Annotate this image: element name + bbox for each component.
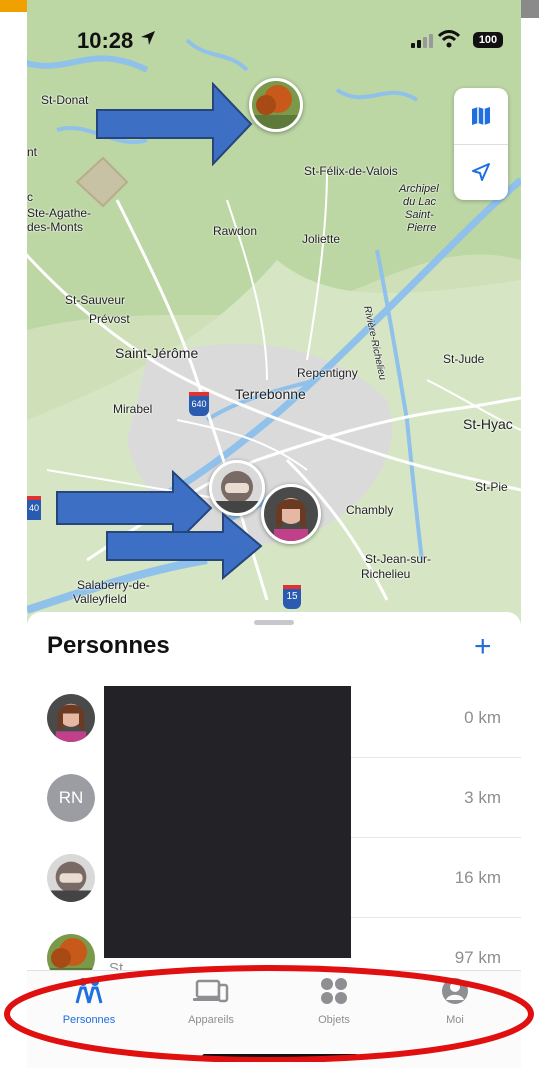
annotation-ring-icon — [4, 965, 534, 1062]
map-label: Repentigny — [297, 366, 358, 380]
highway-shield-icon: 40 — [27, 496, 41, 520]
person-distance: 16 km — [454, 868, 501, 887]
redaction-block — [104, 686, 351, 958]
map-label: Joliette — [302, 232, 341, 246]
avatar: RN — [47, 774, 95, 822]
battery-icon: 100 — [473, 32, 503, 48]
avatar-initials: RN — [47, 774, 95, 822]
map-label: nt — [27, 145, 38, 159]
map-label: Ste-Agathe- — [27, 206, 92, 220]
sheet-grabber[interactable] — [254, 620, 294, 625]
map-label: Archipel — [399, 183, 439, 195]
map-label: Mirabel — [113, 402, 153, 416]
recenter-button[interactable] — [454, 144, 508, 200]
avatar — [252, 81, 300, 129]
map-label: Richelieu — [361, 567, 411, 581]
map-label: des-Monts — [27, 220, 84, 234]
map-label: St-Jean-sur- — [365, 552, 432, 566]
avatar — [47, 854, 95, 902]
highway-shield-icon: 15 — [283, 585, 301, 609]
wifi-icon — [437, 30, 461, 48]
annotation-arrow-icon — [106, 512, 263, 581]
map-label: St-Sauveur — [65, 293, 126, 307]
map-label: Pierre — [407, 222, 437, 234]
status-bar: 10:28 100 — [27, 24, 521, 58]
map-label: Rawdon — [213, 224, 258, 238]
page-title: Personnes — [47, 632, 170, 659]
location-arrow-icon — [141, 31, 155, 45]
map-label: du Lac — [403, 196, 437, 208]
map-label: St-Hyac — [463, 416, 513, 432]
location-arrow-icon — [472, 163, 490, 181]
map-label: Chambly — [346, 503, 394, 517]
map-label: Saint-Jérôme — [115, 345, 199, 361]
person-pin[interactable] — [209, 460, 265, 516]
map-label: St-Pie — [475, 480, 508, 494]
status-time: 10:28 — [77, 28, 134, 53]
annotation-arrow-icon — [96, 82, 253, 166]
map-label: St-Donat — [41, 93, 89, 107]
person-pin[interactable] — [261, 484, 321, 544]
person-pin[interactable] — [249, 78, 303, 132]
map-label: c — [27, 190, 33, 204]
avatar — [264, 487, 318, 541]
map-mode-button[interactable] — [454, 88, 508, 144]
person-distance: 3 km — [464, 788, 501, 807]
map-icon — [472, 107, 490, 125]
map-label: Terrebonne — [235, 386, 306, 402]
map-label: Prévost — [89, 312, 130, 326]
add-person-button[interactable]: + — [474, 632, 492, 662]
avatar — [47, 694, 95, 742]
map-label: Saint- — [405, 209, 434, 221]
person-distance: 0 km — [464, 708, 501, 727]
map-controls — [454, 88, 508, 200]
avatar — [212, 463, 262, 513]
map-label: Valleyfield — [73, 592, 127, 606]
map-label: St-Jude — [443, 352, 485, 366]
signal-icon — [411, 34, 433, 48]
map-label: St-Félix-de-Valois — [304, 164, 398, 178]
highway-shield-icon: 640 — [189, 392, 209, 416]
